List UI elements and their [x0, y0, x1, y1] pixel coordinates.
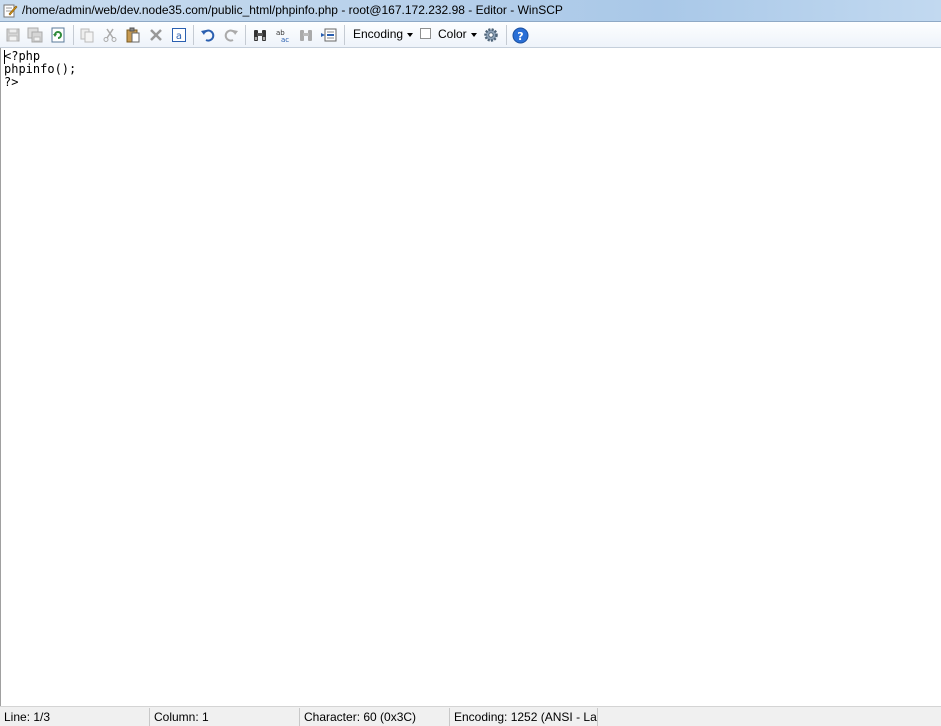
toolbar-separator: [344, 25, 345, 45]
toolbar-separator: [73, 25, 74, 45]
replace-icon: ab ac: [276, 29, 289, 43]
help-button[interactable]: ?: [510, 25, 530, 45]
title-bar: /home/admin/web/dev.node35.com/public_ht…: [0, 0, 941, 22]
chevron-down-icon: [407, 32, 414, 37]
status-bar: Line: 1/3 Column: 1 Character: 60 (0x3C)…: [0, 706, 941, 726]
encoding-dropdown[interactable]: Encoding: [353, 27, 414, 41]
redo-icon: [224, 29, 238, 42]
undo-icon: [201, 29, 215, 42]
svg-text:a: a: [176, 31, 182, 42]
paste-button[interactable]: [123, 25, 143, 45]
delete-button[interactable]: [146, 25, 166, 45]
cut-icon: [103, 28, 117, 42]
status-line: Line: 1/3: [0, 708, 150, 726]
toolbar-separator: [245, 25, 246, 45]
svg-text:?: ?: [517, 30, 523, 43]
save-icon: [6, 28, 20, 42]
replace-button[interactable]: ab ac: [273, 25, 293, 45]
help-icon: ?: [512, 27, 528, 43]
select-all-button[interactable]: a: [169, 25, 189, 45]
copy-button[interactable]: [77, 25, 97, 45]
find-button[interactable]: [250, 25, 270, 45]
go-to-line-button[interactable]: [319, 25, 339, 45]
paste-icon: [126, 27, 140, 43]
toolbar-separator: [506, 25, 507, 45]
editor-toolbar: a ab ac Encoding Color ?: [0, 22, 941, 48]
binoculars-icon: [254, 30, 266, 41]
copy-icon: [80, 28, 94, 43]
color-dropdown[interactable]: Color: [438, 27, 477, 41]
encoding-label: Encoding: [353, 27, 404, 41]
chevron-down-icon: [470, 32, 477, 37]
redo-button[interactable]: [221, 25, 241, 45]
text-editor[interactable]: <?php phpinfo(); ?>: [0, 48, 941, 706]
code-line: ?>: [4, 75, 19, 89]
status-character: Character: 60 (0x3C): [300, 708, 450, 726]
delete-icon: [150, 29, 162, 41]
reload-button[interactable]: [48, 25, 68, 45]
toolbar-separator: [193, 25, 194, 45]
svg-text:ac: ac: [281, 36, 289, 43]
save-all-button[interactable]: [25, 25, 45, 45]
color-label: Color: [438, 27, 467, 41]
save-button[interactable]: [3, 25, 23, 45]
save-all-icon: [27, 27, 43, 43]
gear-icon: [484, 28, 498, 42]
reload-icon: [51, 27, 65, 43]
status-encoding: Encoding: 1252 (ANSI - La: [450, 708, 598, 726]
window-title: /home/admin/web/dev.node35.com/public_ht…: [22, 3, 563, 17]
find-next-button[interactable]: [296, 25, 316, 45]
color-checkbox[interactable]: [420, 28, 431, 39]
undo-button[interactable]: [198, 25, 218, 45]
status-column: Column: 1: [150, 708, 300, 726]
editor-app-icon: [3, 3, 18, 18]
select-all-icon: a: [172, 28, 186, 42]
find-next-icon: [300, 30, 312, 41]
go-to-line-icon: [321, 28, 337, 42]
cut-button[interactable]: [100, 25, 120, 45]
preferences-button[interactable]: [481, 25, 501, 45]
